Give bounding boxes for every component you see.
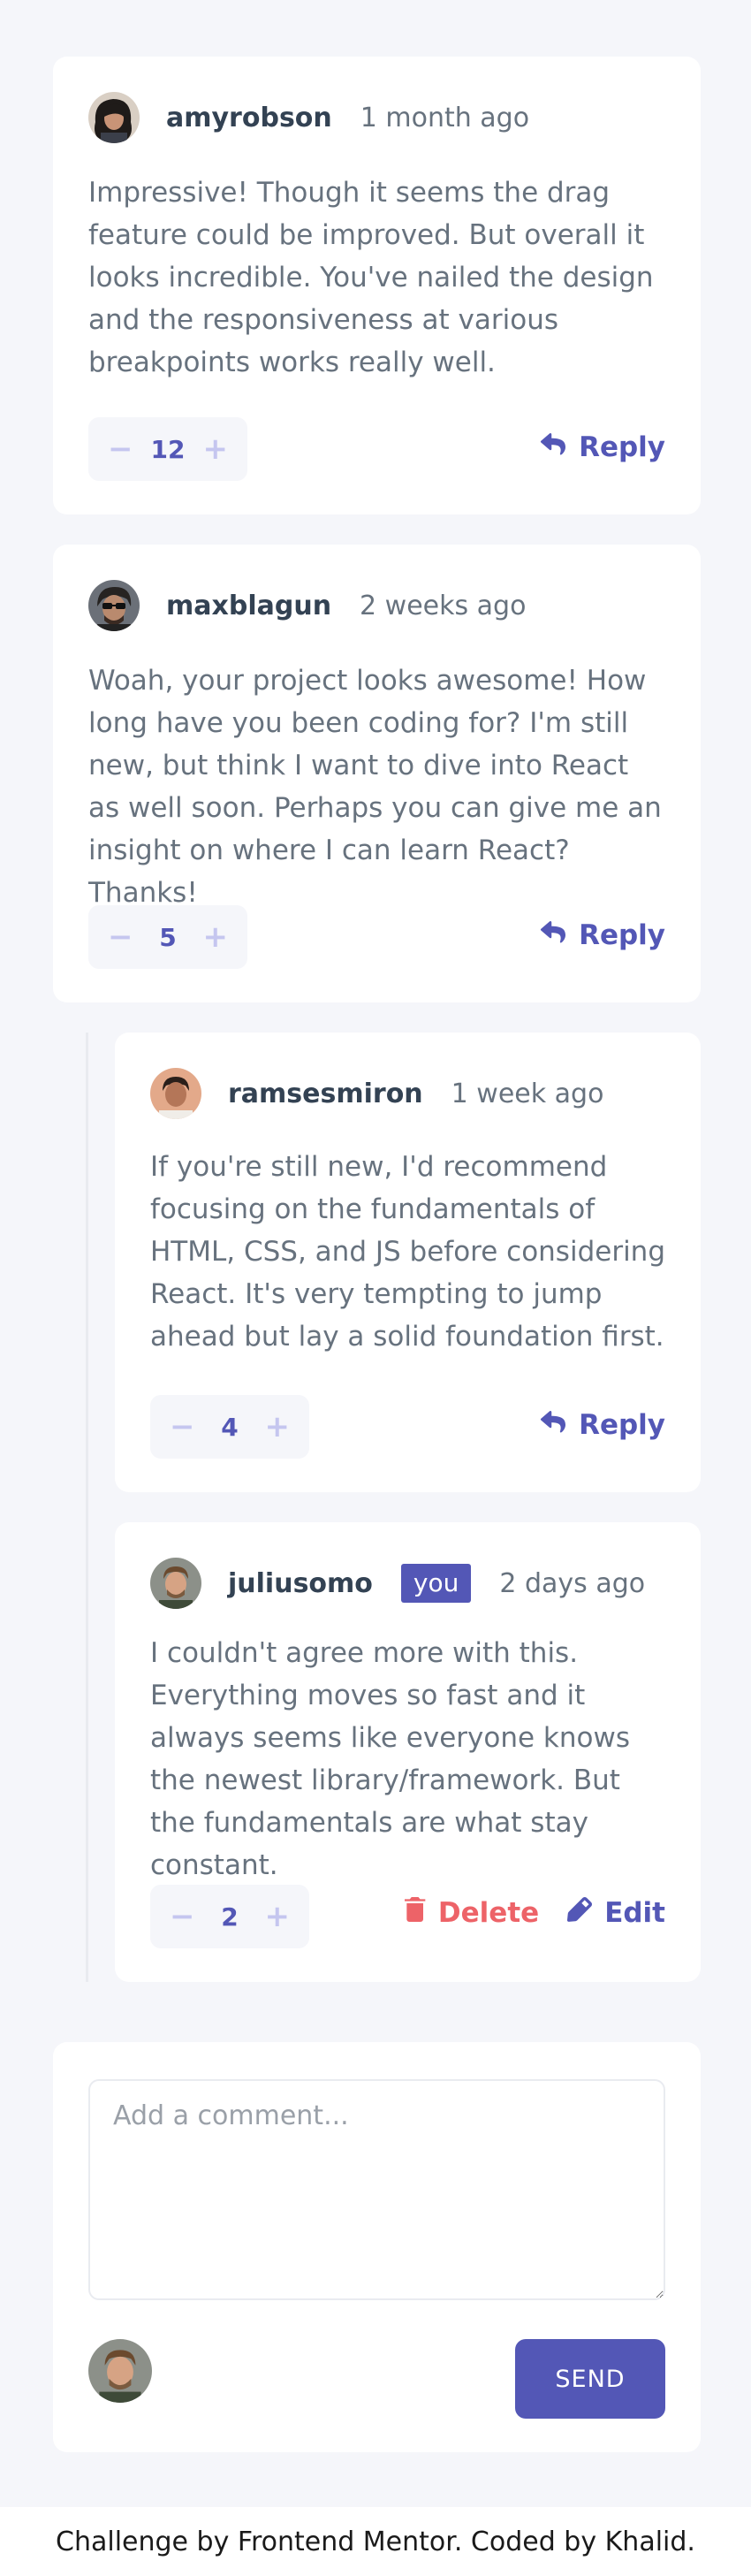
reply-thread-line	[86, 1033, 88, 1982]
owner-actions: Delete Edit	[404, 1897, 665, 1929]
comment-content: Woah, your project looks awesome! How lo…	[88, 665, 662, 909]
score-counter: − 2 +	[150, 1885, 309, 1948]
reply-label: Reply	[579, 919, 665, 951]
comment-content: If you're still new, I'd recommend focus…	[150, 1151, 666, 1353]
comment-input[interactable]	[88, 2079, 665, 2300]
avatar-maxblagun-icon	[88, 580, 140, 631]
comment-header: maxblagun 2 weeks ago	[88, 580, 526, 631]
comment-card: maxblagun 2 weeks ago Woah, your project…	[53, 545, 701, 1002]
avatar-current-user-icon	[88, 2339, 152, 2403]
comment-content: I couldn't agree more with this. Everyth…	[150, 1637, 630, 1881]
attribution-footer: Challenge by Frontend Mentor. Coded by K…	[0, 2507, 751, 2576]
you-badge: you	[400, 1564, 472, 1603]
reply-button[interactable]: Reply	[540, 1409, 665, 1441]
score-value: 4	[221, 1412, 239, 1442]
delete-button[interactable]: Delete	[404, 1897, 540, 1929]
comment-date: 1 week ago	[451, 1078, 604, 1109]
comment-date: 2 days ago	[499, 1567, 646, 1599]
comment-content: Impressive! Though it seems the drag fea…	[88, 177, 654, 378]
username: ramsesmiron	[228, 1078, 423, 1109]
trash-icon	[404, 1897, 426, 1929]
attribution-text: Challenge by Frontend Mentor. Coded by K…	[56, 2526, 695, 2557]
score-counter: − 5 +	[88, 905, 247, 969]
reply-icon	[540, 919, 566, 951]
reply-card: juliusomo you 2 days ago I couldn't agre…	[115, 1522, 701, 1982]
username: amyrobson	[166, 102, 332, 133]
score-value: 5	[159, 922, 177, 952]
username: maxblagun	[166, 590, 332, 621]
downvote-button[interactable]: −	[170, 1412, 195, 1442]
downvote-button[interactable]: −	[108, 922, 133, 952]
comment-card: amyrobson 1 month ago Impressive! Though…	[53, 57, 701, 514]
upvote-button[interactable]: +	[202, 922, 228, 952]
pencil-icon	[567, 1897, 593, 1929]
downvote-button[interactable]: −	[170, 1902, 195, 1932]
score-value: 12	[150, 434, 186, 464]
reply-label: Reply	[579, 431, 665, 463]
comment-header: ramsesmiron 1 week ago	[150, 1068, 603, 1119]
delete-label: Delete	[437, 1897, 540, 1929]
reply-icon	[540, 431, 566, 463]
score-value: 2	[221, 1902, 239, 1932]
send-button[interactable]: SEND	[515, 2339, 665, 2419]
comment-date: 2 weeks ago	[360, 590, 527, 621]
reply-icon	[540, 1409, 566, 1441]
reply-label: Reply	[579, 1409, 665, 1441]
reply-card: ramsesmiron 1 week ago If you're still n…	[115, 1033, 701, 1492]
username: juliusomo	[228, 1567, 373, 1599]
edit-button[interactable]: Edit	[567, 1897, 665, 1929]
avatar-ramsesmiron-icon	[150, 1068, 201, 1119]
upvote-button[interactable]: +	[203, 434, 229, 464]
reply-button[interactable]: Reply	[540, 431, 665, 463]
comment-date: 1 month ago	[360, 102, 530, 133]
downvote-button[interactable]: −	[108, 434, 133, 464]
reply-button[interactable]: Reply	[540, 919, 665, 951]
edit-label: Edit	[604, 1897, 665, 1929]
avatar-amyrobson-icon	[88, 92, 140, 143]
score-counter: − 4 +	[150, 1395, 309, 1459]
comment-header: amyrobson 1 month ago	[88, 92, 529, 143]
upvote-button[interactable]: +	[264, 1902, 290, 1932]
avatar-juliusomo-icon	[150, 1558, 201, 1609]
add-comment-card: SEND	[53, 2042, 701, 2452]
score-counter: − 12 +	[88, 417, 247, 481]
upvote-button[interactable]: +	[264, 1412, 290, 1442]
comment-header: juliusomo you 2 days ago	[150, 1558, 645, 1609]
